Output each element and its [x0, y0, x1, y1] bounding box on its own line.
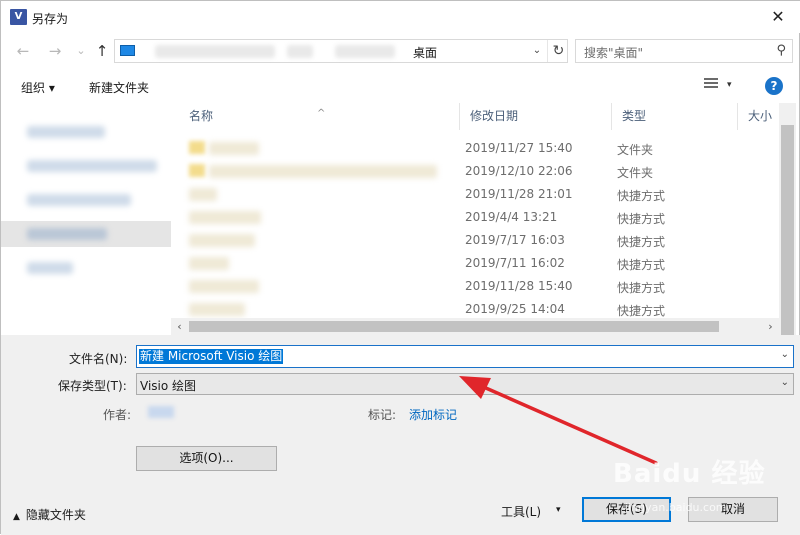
dialog-title: 另存为 — [32, 12, 69, 26]
close-button[interactable]: ✕ — [755, 1, 800, 33]
options-button[interactable]: 选项(O)... — [136, 446, 277, 471]
breadcrumb-blurred — [155, 45, 275, 58]
tools-dropdown-icon[interactable]: ▾ — [556, 505, 561, 515]
address-dropdown-icon[interactable]: ⌄ — [529, 43, 545, 59]
horizontal-scrollbar[interactable]: ‹ › — [171, 318, 779, 335]
hide-folders-label: 隐藏文件夹 — [25, 508, 86, 522]
chevron-up-icon: ▲ — [13, 512, 20, 522]
nav-item[interactable] — [1, 153, 171, 179]
visio-app-icon: V — [10, 9, 27, 25]
search-icon[interactable]: ⚲ — [776, 43, 786, 58]
file-type: 文件夹 — [617, 166, 654, 180]
organize-menu[interactable]: 组织 ▾ — [21, 79, 55, 96]
save-as-dialog: V 另存为 ✕ ← → ⌄ ↑ 桌面 ⌄ ↻ 搜索"桌面" ⚲ 组织 ▾ 新建文… — [0, 0, 800, 535]
folder-icon — [189, 141, 205, 154]
title-bar: V 另存为 ✕ — [1, 1, 800, 33]
forward-button[interactable]: → — [45, 41, 65, 61]
baidu-watermark-url: jingyan.baidu.com — [625, 501, 727, 514]
file-type: 快捷方式 — [617, 281, 666, 295]
computer-icon — [120, 45, 135, 56]
view-options-icon[interactable] — [701, 78, 719, 92]
breadcrumb-blurred — [287, 45, 313, 58]
search-box[interactable]: 搜索"桌面" ⚲ — [575, 39, 793, 63]
column-header-name[interactable]: 名称 ^ — [179, 103, 460, 130]
file-date: 2019/11/27 15:40 — [465, 141, 573, 155]
breadcrumb-current[interactable]: 桌面 — [413, 44, 437, 61]
nav-item[interactable] — [1, 187, 171, 213]
scroll-left-icon[interactable]: ‹ — [171, 318, 188, 335]
file-row[interactable]: 2019/7/11 16:02 快捷方式 — [179, 252, 779, 275]
scroll-right-icon[interactable]: › — [762, 318, 779, 335]
file-name-blurred — [189, 234, 255, 247]
file-name-blurred — [189, 257, 229, 270]
filetype-label: 保存类型(T): — [58, 379, 127, 393]
vertical-scrollbar[interactable] — [779, 103, 796, 345]
file-name-blurred — [189, 211, 261, 224]
file-date: 2019/11/28 21:01 — [465, 187, 573, 201]
nav-item[interactable] — [1, 255, 171, 281]
new-folder-button[interactable]: 新建文件夹 — [89, 79, 149, 96]
file-type: 快捷方式 — [617, 235, 666, 249]
file-type: 文件夹 — [617, 143, 654, 157]
refresh-button[interactable]: ↻ — [547, 40, 569, 62]
file-row[interactable]: 2019/7/17 16:03 快捷方式 — [179, 229, 779, 252]
vertical-scroll-thumb[interactable] — [781, 125, 794, 345]
column-header-size[interactable]: 大小 — [738, 103, 779, 130]
file-date: 2019/7/11 16:02 — [465, 256, 565, 270]
help-icon[interactable]: ? — [765, 77, 783, 95]
column-name-label: 名称 — [189, 109, 214, 123]
author-value-blurred[interactable] — [148, 406, 174, 418]
author-label: 作者: — [103, 408, 132, 422]
file-name-blurred — [209, 165, 437, 178]
up-button[interactable]: ↑ — [92, 41, 112, 61]
column-header-type[interactable]: 类型 — [612, 103, 738, 130]
hide-folders-toggle[interactable]: ▲ 隐藏文件夹 — [13, 506, 86, 523]
file-row[interactable]: 2019/4/4 13:21 快捷方式 — [179, 206, 779, 229]
file-date: 2019/7/17 16:03 — [465, 233, 565, 247]
file-type: 快捷方式 — [617, 258, 666, 272]
sort-ascending-icon: ^ — [317, 108, 326, 119]
file-row[interactable]: 2019/11/28 21:01 快捷方式 — [179, 183, 779, 206]
back-button[interactable]: ← — [13, 41, 33, 61]
tools-menu[interactable]: 工具(L) — [501, 503, 541, 520]
recent-locations-button[interactable]: ⌄ — [71, 41, 91, 61]
file-date: 2019/11/28 15:40 — [465, 279, 573, 293]
file-list: 名称 ^ 修改日期 类型 大小 2019/11/27 15:40 文件夹 201… — [179, 103, 779, 319]
filename-input[interactable]: 新建 Microsoft Visio 绘图 ⌄ — [136, 345, 794, 368]
horizontal-scroll-thumb[interactable] — [189, 321, 719, 332]
folder-icon — [189, 164, 205, 177]
filename-label: 文件名(N): — [69, 352, 128, 366]
baidu-watermark: Baidu 经验 — [613, 459, 766, 489]
nav-item[interactable] — [1, 119, 171, 145]
file-row[interactable]: 2019/11/28 15:40 快捷方式 — [179, 275, 779, 298]
file-type: 快捷方式 — [617, 304, 666, 318]
file-row[interactable]: 2019/11/27 15:40 文件夹 — [179, 137, 779, 160]
file-type: 快捷方式 — [617, 212, 666, 226]
file-name-blurred — [189, 303, 245, 316]
nav-item-selected[interactable] — [1, 221, 171, 247]
breadcrumb-blurred — [335, 45, 395, 58]
add-tags-link[interactable]: 添加标记 — [409, 406, 457, 423]
filename-dropdown-icon[interactable]: ⌄ — [781, 349, 789, 360]
filename-value[interactable]: 新建 Microsoft Visio 绘图 — [139, 349, 284, 364]
filetype-value: Visio 绘图 — [140, 379, 197, 393]
file-date: 2019/12/10 22:06 — [465, 164, 573, 178]
file-type: 快捷方式 — [617, 189, 666, 203]
file-row[interactable]: 2019/9/25 14:04 快捷方式 — [179, 298, 779, 319]
tags-label: 标记: — [368, 408, 397, 422]
view-dropdown-icon[interactable]: ▾ — [727, 80, 732, 90]
filetype-dropdown-icon[interactable]: ⌄ — [781, 377, 789, 388]
file-name-blurred — [189, 280, 259, 293]
search-placeholder: 搜索"桌面" — [584, 46, 644, 60]
file-date: 2019/9/25 14:04 — [465, 302, 565, 316]
column-header-modified[interactable]: 修改日期 — [460, 103, 612, 130]
address-bar[interactable]: 桌面 ⌄ ↻ — [114, 39, 568, 63]
file-name-blurred — [189, 188, 217, 201]
file-row[interactable]: 2019/12/10 22:06 文件夹 — [179, 160, 779, 183]
file-date: 2019/4/4 13:21 — [465, 210, 558, 224]
filetype-select[interactable]: Visio 绘图 ⌄ — [136, 373, 794, 395]
navigation-pane — [1, 103, 171, 333]
file-name-blurred — [209, 142, 259, 155]
